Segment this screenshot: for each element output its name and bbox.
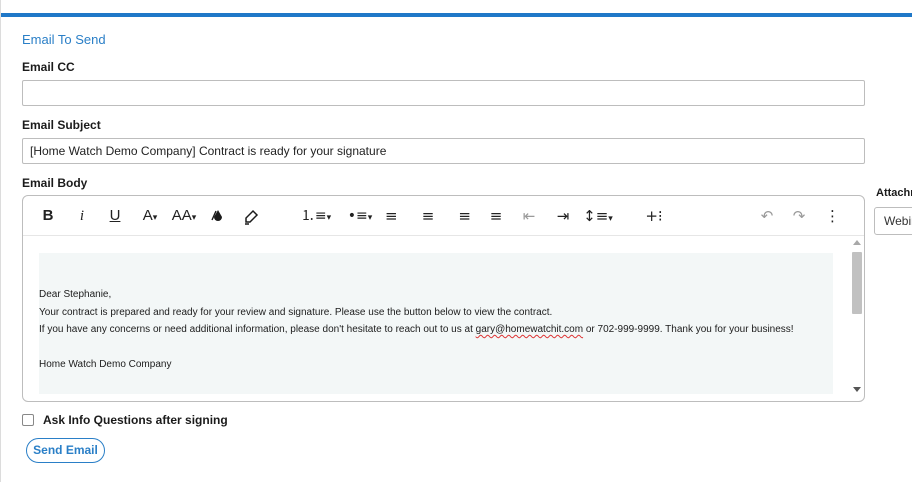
highlighter-icon (245, 209, 259, 225)
redo-button[interactable]: ↷ (789, 206, 809, 226)
email-subject-label: Email Subject (22, 118, 101, 132)
droplet-icon (211, 209, 222, 221)
email-cc-input[interactable] (22, 80, 865, 106)
email-body-label: Email Body (22, 176, 88, 190)
section-title: Email To Send (22, 32, 106, 47)
numbered-list-caret: ▾ (326, 213, 332, 223)
body-line-2-before: If you have any concerns or need additio… (39, 324, 476, 335)
font-size-button[interactable]: AA▾ (169, 206, 199, 226)
body-line-1: Your contract is prepared and ready for … (39, 307, 553, 318)
font-size-caret: ▾ (191, 212, 197, 222)
ask-info-label[interactable]: Ask Info Questions after signing (43, 413, 228, 427)
body-signature: Home Watch Demo Company (39, 359, 172, 370)
email-cc-label: Email CC (22, 60, 75, 74)
line-height-icon: ↕≡ (583, 207, 609, 225)
email-subject-input[interactable] (22, 138, 865, 164)
justify-button[interactable]: ≡ (487, 206, 505, 226)
editor-scrollbar[interactable] (852, 238, 862, 394)
editor-toolbar: B i U A▾ AA▾ ⒈≡▾ •≡▾ ≡ ≡ ≡ ≡ ⇤ ⇥ ↕≡▾ +⁝ … (23, 196, 864, 236)
font-size-icon: AA (171, 207, 192, 224)
body-email-link[interactable]: gary@homewatchit.com (476, 324, 583, 335)
bullet-list-caret: ▾ (367, 213, 373, 223)
email-body-editor[interactable]: B i U A▾ AA▾ ⒈≡▾ •≡▾ ≡ ≡ ≡ ≡ ⇤ ⇥ ↕≡▾ +⁝ … (22, 195, 865, 402)
numbered-list-icon: ⒈≡ (300, 208, 327, 224)
font-color-caret: ▾ (152, 212, 158, 222)
font-color-button[interactable]: A▾ (137, 206, 163, 226)
undo-button[interactable]: ↶ (757, 206, 777, 226)
line-height-button[interactable]: ↕≡▾ (583, 206, 613, 226)
bullet-list-button[interactable]: •≡▾ (341, 206, 379, 226)
top-accent-bar (1, 13, 912, 17)
attachment-select[interactable]: Webin (874, 207, 912, 235)
font-color-icon: A (142, 207, 153, 224)
align-center-button[interactable]: ≡ (419, 206, 437, 226)
bold-button[interactable]: B (41, 206, 55, 226)
line-height-caret: ▾ (608, 214, 613, 224)
highlighter-button[interactable] (241, 206, 261, 226)
send-email-button[interactable]: Send Email (26, 438, 105, 463)
email-body-content[interactable]: Dear Stephanie, Your contract is prepare… (39, 253, 833, 394)
bullet-list-icon: •≡ (347, 208, 368, 224)
attachment-label: Attachm (876, 187, 912, 199)
email-panel: Email To Send Email CC Email Subject Ema… (0, 0, 912, 482)
underline-button[interactable]: U (107, 206, 123, 226)
outdent-button[interactable]: ⇤ (519, 206, 539, 226)
align-right-button[interactable]: ≡ (453, 206, 471, 226)
body-line-2: If you have any concerns or need additio… (39, 324, 794, 335)
scrollbar-thumb[interactable] (852, 252, 862, 314)
align-left-button[interactable]: ≡ (385, 206, 403, 226)
ask-info-checkbox[interactable] (22, 414, 34, 426)
insert-button[interactable]: +⁝ (643, 206, 665, 226)
numbered-list-button[interactable]: ⒈≡▾ (297, 206, 335, 226)
fill-color-button[interactable] (209, 206, 227, 226)
scroll-down-arrow-icon[interactable] (853, 387, 861, 392)
more-options-button[interactable]: ⋮ (825, 206, 840, 226)
body-greeting: Dear Stephanie, (39, 289, 112, 300)
scroll-up-arrow-icon[interactable] (853, 240, 861, 245)
indent-button[interactable]: ⇥ (553, 206, 573, 226)
italic-button[interactable]: i (75, 206, 89, 226)
body-line-2-after: or 702-999-9999. Thank you for your busi… (583, 324, 794, 335)
